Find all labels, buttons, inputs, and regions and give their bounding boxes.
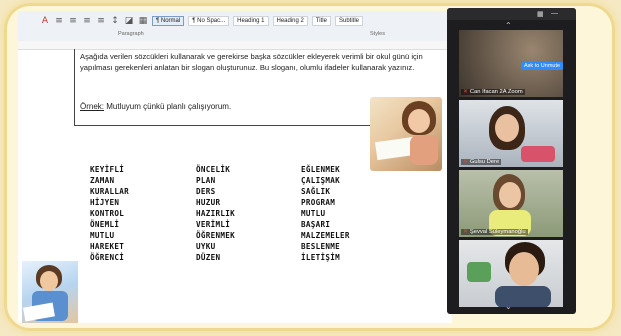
minimize-icon[interactable]: —	[551, 10, 558, 17]
align-center-icon[interactable]: ≡	[68, 16, 78, 26]
word-item: KEYİFLİ	[90, 165, 125, 174]
word-item: ÖNCELİK	[196, 165, 231, 174]
word-item: BESLENME	[301, 242, 340, 251]
word-item: ÇALIŞMAK	[301, 176, 340, 185]
word-item: HUZUR	[196, 198, 221, 207]
participant-tile[interactable]: ✕ Gulsu Dere	[459, 100, 563, 167]
justify-icon[interactable]: ≡	[96, 16, 106, 26]
participant-tile[interactable]: ✕ Şevval Süleymanoğlu	[459, 170, 563, 237]
ribbon-toolbar: A ≡ ≡ ≡ ≡ ↕ ◪ ▦ ¶ Normal ¶ No Spac... He…	[18, 11, 452, 42]
word-item: ÖNEMLİ	[90, 220, 120, 229]
screenshot-frame: A ≡ ≡ ≡ ≡ ↕ ◪ ▦ ¶ Normal ¶ No Spac... He…	[4, 3, 615, 331]
muted-mic-icon: ✕	[463, 159, 468, 165]
participant-name: ✕ Can Ifacan 2A Zoom	[461, 89, 525, 95]
participant-name: ✕ Şevval Süleymanoğlu	[461, 229, 528, 235]
style-heading-1[interactable]: Heading 1	[233, 16, 269, 26]
word-item: ÖĞRENMEK	[196, 231, 235, 240]
style-no-spacing[interactable]: ¶ No Spac...	[188, 16, 230, 26]
instruction-text: Aşağıda verilen sözcükleri kullanarak ve…	[80, 52, 423, 72]
muted-mic-icon: ✕	[463, 89, 468, 95]
boy-studying-photo	[22, 261, 78, 323]
participant-tile[interactable]: Ask to Unmute ✕ Can Ifacan 2A Zoom	[459, 30, 563, 97]
word-item: KURALLAR	[90, 187, 129, 196]
align-left-icon[interactable]: ≡	[54, 16, 64, 26]
participant-tile[interactable]	[459, 240, 563, 307]
word-item: SAĞLIK	[301, 187, 331, 196]
font-color-icon[interactable]: A	[40, 16, 50, 26]
participant-name: ✕ Gulsu Dere	[461, 159, 502, 165]
word-item: İLETİŞİM	[301, 253, 340, 262]
shading-icon[interactable]: ◪	[124, 16, 134, 26]
group-label-styles: Styles	[370, 31, 385, 37]
word-item: ZAMAN	[90, 176, 115, 185]
word-document-window: A ≡ ≡ ≡ ≡ ↕ ◪ ▦ ¶ Normal ¶ No Spac... He…	[18, 11, 452, 323]
word-item: VERİMLİ	[196, 220, 231, 229]
scroll-down-icon[interactable]: ⌄	[505, 302, 512, 311]
align-right-icon[interactable]: ≡	[82, 16, 92, 26]
word-item: EĞLENMEK	[301, 165, 340, 174]
word-item: MUTLU	[90, 231, 115, 240]
example-text: Mutluyum çünkü planlı çalışıyorum.	[104, 102, 232, 111]
word-item: BAŞARI	[301, 220, 331, 229]
participant-name-text: Şevval Süleymanoğlu	[469, 229, 526, 235]
muted-mic-icon: ✕	[463, 229, 468, 235]
style-subtitle[interactable]: Subtitle	[334, 16, 363, 26]
word-item: HİJYEN	[90, 198, 120, 207]
girl-writing-photo	[370, 97, 442, 171]
gallery-view-icon[interactable]: ▦	[537, 10, 544, 18]
borders-icon[interactable]: ▦	[138, 16, 148, 26]
word-item: HAZIRLIK	[196, 209, 235, 218]
style-heading-2[interactable]: Heading 2	[272, 16, 308, 26]
word-item: ÖĞRENCİ	[90, 253, 125, 262]
line-spacing-icon[interactable]: ↕	[110, 16, 120, 26]
ask-to-unmute-button[interactable]: Ask to Unmute	[521, 62, 563, 70]
word-item: UYKU	[196, 242, 216, 251]
word-item: PROGRAM	[301, 198, 336, 207]
word-item: MUTLU	[301, 209, 326, 218]
style-normal[interactable]: ¶ Normal	[152, 16, 185, 26]
scroll-up-icon[interactable]: ⌃	[505, 21, 512, 30]
word-item: DERS	[196, 187, 216, 196]
participant-name-text: Gulsu Dere	[469, 159, 500, 165]
word-item: KONTROL	[90, 209, 125, 218]
zoom-view-toolbar: ▦ —	[447, 8, 576, 20]
ribbon-row: A ≡ ≡ ≡ ≡ ↕ ◪ ▦ ¶ Normal ¶ No Spac... He…	[40, 14, 363, 28]
example-line: Örnek: Mutluyum çünkü planlı çalışıyorum…	[80, 102, 231, 111]
word-item: MALZEMELER	[301, 231, 350, 240]
word-item: PLAN	[196, 176, 216, 185]
example-label: Örnek:	[80, 102, 105, 111]
zoom-participant-panel: ▦ — ⌃ Ask to Unmute ✕ Can Ifacan 2A Zoom …	[447, 8, 576, 314]
word-item: HAREKET	[90, 242, 125, 251]
word-item: DÜZEN	[196, 253, 221, 262]
style-title[interactable]: Title	[311, 16, 331, 26]
participant-name-text: Can Ifacan 2A Zoom	[469, 89, 523, 95]
group-label-paragraph: Paragraph	[118, 31, 144, 37]
